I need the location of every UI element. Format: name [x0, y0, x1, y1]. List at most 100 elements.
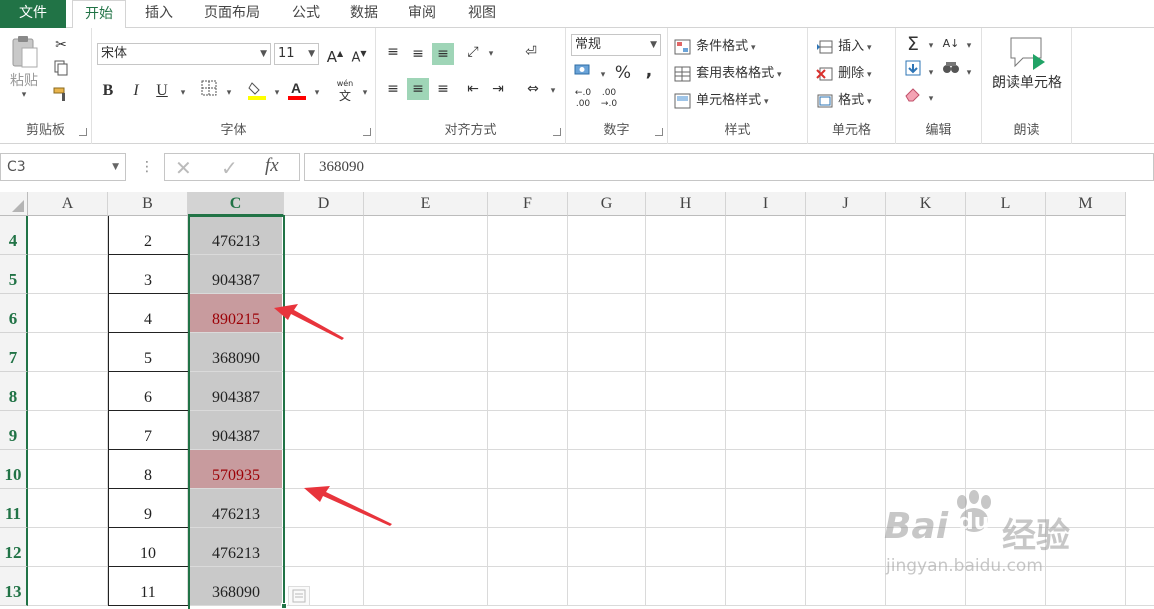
- column-header-h[interactable]: H: [646, 192, 726, 216]
- increase-indent-icon[interactable]: ⇥: [487, 78, 509, 100]
- row-header[interactable]: 11: [0, 489, 28, 528]
- select-all-button[interactable]: [0, 192, 28, 216]
- merge-center-icon[interactable]: ⇔: [522, 78, 544, 100]
- cell-b[interactable]: 2: [109, 216, 187, 255]
- percent-button[interactable]: %: [612, 62, 634, 84]
- clipboard-launcher-icon[interactable]: [79, 128, 87, 136]
- alignment-launcher-icon[interactable]: [553, 128, 561, 136]
- cell-b[interactable]: 11: [109, 567, 187, 606]
- fill-color-dropdown-icon[interactable]: ▾: [266, 80, 288, 102]
- cell-styles-button[interactable]: 单元格样式 ▾: [674, 89, 769, 109]
- comma-button[interactable]: ,: [638, 60, 660, 82]
- column-header-j[interactable]: J: [806, 192, 886, 216]
- align-center-icon[interactable]: ≡: [407, 78, 429, 100]
- tab-view[interactable]: 视图: [458, 0, 506, 28]
- cancel-icon[interactable]: ✕: [175, 156, 192, 180]
- font-name-select[interactable]: 宋体 ▼: [97, 43, 271, 65]
- format-as-table-button[interactable]: 套用表格格式 ▾: [674, 62, 782, 82]
- quick-analysis-icon[interactable]: [288, 586, 310, 606]
- merge-dropdown-icon[interactable]: ▾: [542, 78, 564, 100]
- cell-b[interactable]: 5: [109, 333, 187, 372]
- wrap-text-icon[interactable]: ⏎: [520, 41, 542, 63]
- paste-button[interactable]: 粘贴 ▾: [6, 34, 42, 100]
- column-header-a[interactable]: A: [28, 192, 108, 216]
- cell-b[interactable]: 8: [109, 450, 187, 489]
- row-header[interactable]: 7: [0, 333, 28, 372]
- row-header[interactable]: 9: [0, 411, 28, 450]
- tab-insert[interactable]: 插入: [134, 0, 184, 28]
- cell-b[interactable]: 4: [109, 294, 187, 333]
- name-box[interactable]: C3 ▼: [0, 153, 126, 181]
- format-painter-icon[interactable]: [50, 86, 72, 108]
- italic-button[interactable]: I: [125, 80, 147, 102]
- fill-handle[interactable]: [281, 603, 287, 609]
- tab-review[interactable]: 审阅: [398, 0, 446, 28]
- format-cells-button[interactable]: 格式 ▾: [816, 89, 872, 109]
- cell-b[interactable]: 10: [109, 528, 187, 567]
- phonetic-button[interactable]: wén 文: [334, 78, 356, 104]
- column-header-l[interactable]: L: [966, 192, 1046, 216]
- fill-color-button[interactable]: [246, 80, 268, 102]
- fill-dropdown-icon[interactable]: ▾: [920, 60, 942, 82]
- currency-icon[interactable]: [572, 62, 594, 84]
- align-left-icon[interactable]: ≡: [382, 78, 404, 100]
- align-right-icon[interactable]: ≡: [432, 78, 454, 100]
- tab-file[interactable]: 文件: [0, 0, 66, 28]
- phonetic-dropdown-icon[interactable]: ▾: [354, 80, 376, 102]
- column-header-k[interactable]: K: [886, 192, 966, 216]
- shrink-font-button[interactable]: A▼: [348, 43, 370, 65]
- row-header[interactable]: 8: [0, 372, 28, 411]
- insert-function-button[interactable]: fx: [265, 155, 279, 177]
- column-header-d[interactable]: D: [284, 192, 364, 216]
- tab-formulas[interactable]: 公式: [282, 0, 330, 28]
- align-middle-icon[interactable]: ≡: [407, 43, 429, 65]
- decrease-indent-icon[interactable]: ⇤: [462, 78, 484, 100]
- row-header[interactable]: 6: [0, 294, 28, 333]
- delete-cells-button[interactable]: 删除 ▾: [816, 62, 872, 82]
- number-format-select[interactable]: 常规 ▼: [571, 34, 661, 56]
- cell-b[interactable]: 9: [109, 489, 187, 528]
- clear-dropdown-icon[interactable]: ▾: [920, 86, 942, 108]
- cut-icon[interactable]: ✂: [50, 34, 72, 56]
- increase-decimal-button[interactable]: ←.0 .00: [572, 88, 594, 114]
- align-bottom-icon[interactable]: ≡: [432, 43, 454, 65]
- number-launcher-icon[interactable]: [655, 128, 663, 136]
- row-header[interactable]: 5: [0, 255, 28, 294]
- cell-b[interactable]: 3: [109, 255, 187, 294]
- enter-icon[interactable]: ✓: [221, 156, 238, 180]
- formula-input[interactable]: 368090: [304, 153, 1154, 181]
- read-cells-button[interactable]: 朗读单元格: [986, 36, 1068, 92]
- row-header[interactable]: 13: [0, 567, 28, 606]
- underline-button[interactable]: U: [151, 80, 173, 102]
- align-top-icon[interactable]: ≡: [382, 41, 404, 63]
- tab-data[interactable]: 数据: [340, 0, 388, 28]
- row-header[interactable]: 4: [0, 216, 28, 255]
- paste-dropdown-icon[interactable]: ▾: [6, 90, 42, 100]
- tab-page-layout[interactable]: 页面布局: [194, 0, 270, 28]
- cell-b[interactable]: 6: [109, 372, 187, 411]
- column-header-f[interactable]: F: [488, 192, 568, 216]
- grow-font-button[interactable]: A▲: [324, 43, 346, 66]
- font-size-select[interactable]: 11 ▼: [274, 43, 319, 65]
- borders-button[interactable]: [198, 80, 220, 102]
- row-header[interactable]: 10: [0, 450, 28, 489]
- row-header[interactable]: 12: [0, 528, 28, 567]
- cell-b[interactable]: 7: [109, 411, 187, 450]
- tab-home[interactable]: 开始: [72, 0, 126, 29]
- column-header-g[interactable]: G: [568, 192, 646, 216]
- autosum-dropdown-icon[interactable]: ▾: [920, 33, 942, 55]
- orientation-dropdown-icon[interactable]: ▾: [480, 41, 502, 63]
- conditional-formatting-button[interactable]: 条件格式 ▾: [674, 35, 756, 55]
- column-header-i[interactable]: I: [726, 192, 806, 216]
- column-header-b[interactable]: B: [108, 192, 188, 216]
- borders-dropdown-icon[interactable]: ▾: [218, 80, 240, 102]
- formula-bar-grip-icon[interactable]: ⋮: [140, 159, 154, 175]
- sort-filter-dropdown-icon[interactable]: ▾: [958, 33, 980, 55]
- insert-cells-button[interactable]: 插入 ▾: [816, 35, 872, 55]
- font-color-dropdown-icon[interactable]: ▾: [306, 80, 328, 102]
- currency-dropdown-icon[interactable]: ▾: [592, 62, 614, 84]
- font-launcher-icon[interactable]: [363, 128, 371, 136]
- find-select-dropdown-icon[interactable]: ▾: [958, 60, 980, 82]
- underline-dropdown-icon[interactable]: ▾: [172, 80, 194, 102]
- column-header-e[interactable]: E: [364, 192, 488, 216]
